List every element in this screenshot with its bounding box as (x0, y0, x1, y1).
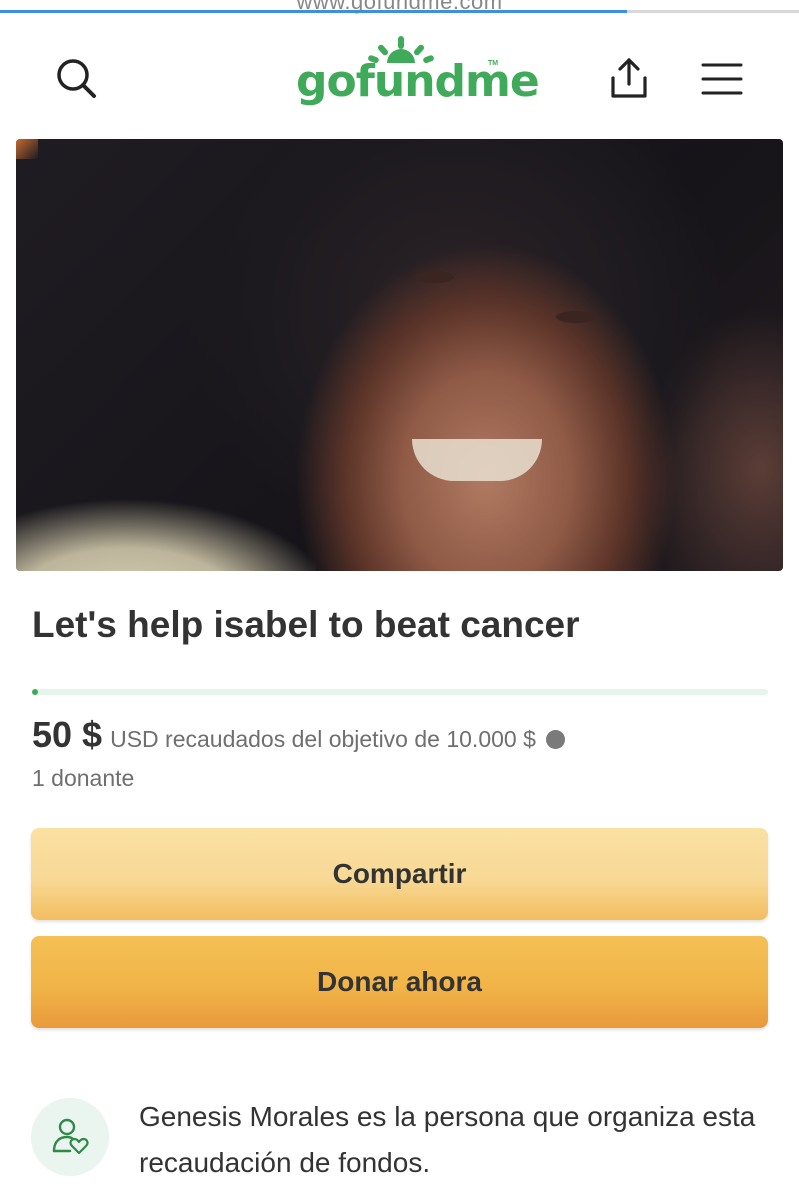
menu-button[interactable] (692, 50, 752, 108)
donor-count: 1 donante (32, 765, 135, 791)
search-icon (57, 59, 96, 98)
organizer-text: Genesis Morales es la persona que organi… (139, 1101, 756, 1178)
campaign-photo[interactable] (16, 139, 783, 571)
info-dot-icon[interactable] (545, 730, 565, 749)
organizer-avatar (31, 1098, 109, 1176)
person-heart-icon (52, 1118, 89, 1155)
campaign-title: Let's help isabel to beat cancer (32, 604, 580, 645)
page-load-bar-fill (0, 10, 628, 13)
raised-summary: 50 $ USD recaudados del objetivo de 10.00… (32, 714, 565, 756)
donation-progress-fill (32, 689, 38, 695)
share-button[interactable]: Compartir (31, 828, 768, 920)
logo-trademark: TM (488, 60, 499, 67)
gofundme-logo[interactable]: gofundme TM (296, 34, 540, 114)
page-load-bar (0, 10, 799, 13)
browser-url-strip: www.gofundme.com (0, 0, 799, 14)
donation-progress-bar (32, 689, 768, 695)
donate-now-button[interactable]: Donar ahora (31, 936, 768, 1028)
header-share-button[interactable] (600, 48, 658, 110)
raised-goal-text: USD recaudados del objetivo de 10.000 $ (110, 726, 536, 752)
search-button[interactable] (48, 50, 106, 108)
logo-wordmark: gofundme (296, 56, 540, 107)
hamburger-menu-icon (701, 63, 743, 95)
share-upload-icon (611, 58, 647, 98)
site-header: gofundme TM (0, 30, 799, 125)
raised-amount: 50 $ (32, 714, 103, 755)
